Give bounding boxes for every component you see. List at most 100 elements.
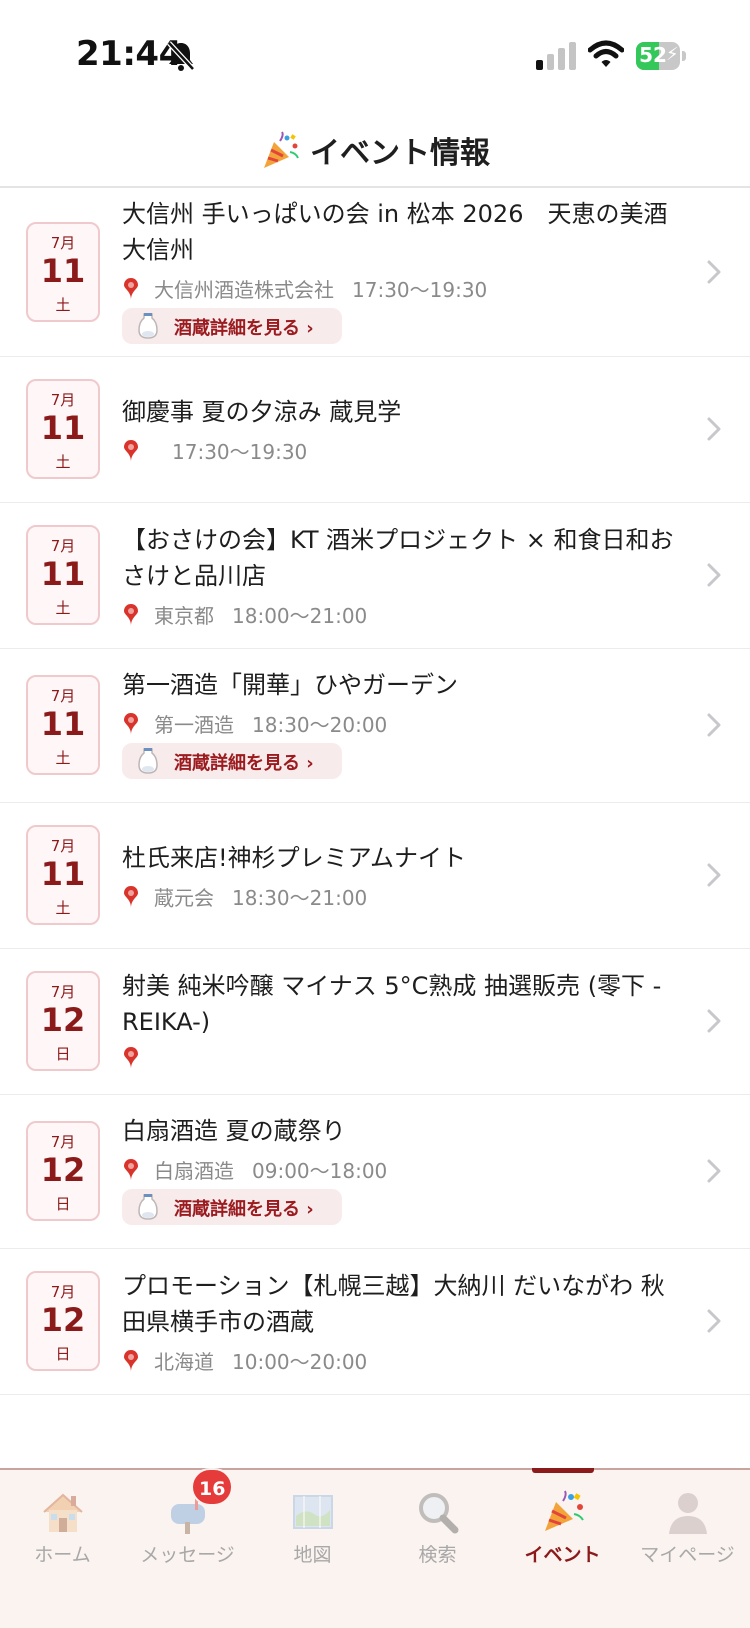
- location-pin-icon: [122, 712, 140, 736]
- event-date-badge: 7月 11 土: [26, 825, 100, 925]
- event-date-weekday: 土: [55, 749, 71, 767]
- event-date-month: 7月: [50, 1133, 76, 1151]
- event-date-month: 7月: [50, 1283, 76, 1301]
- event-row[interactable]: 7月 11 土 杜氏来店!神杉プレミアムナイト蔵元会 18:30～21:00: [0, 802, 750, 949]
- event-date-day: 12: [40, 1151, 86, 1189]
- event-time: 18:30～20:00: [252, 713, 388, 737]
- event-time: 17:30～19:30: [352, 278, 488, 302]
- event-date-weekday: 土: [55, 296, 71, 314]
- status-bar: 21:44 52 ⚡: [0, 0, 750, 110]
- event-meta: 北海道 10:00～20:00: [122, 1346, 682, 1375]
- event-title: プロモーション【札幌三越】大納川 だいながわ 秋田県横手市の酒蔵: [122, 1272, 665, 1336]
- brewery-detail-button[interactable]: 酒蔵詳細を見る ›: [122, 308, 342, 344]
- sake-bottle-icon: [136, 747, 160, 775]
- event-date-weekday: 土: [55, 899, 71, 917]
- event-date-badge: 7月 12 日: [26, 1121, 100, 1221]
- tab-label: 地図: [293, 1544, 332, 1566]
- chevron-right-icon: [704, 1007, 724, 1035]
- nav-header: イベント情報: [0, 110, 750, 188]
- chevron-right-icon: [704, 711, 724, 739]
- charging-bolt-icon: ⚡: [666, 44, 679, 65]
- event-time: 09:00～18:00: [252, 1159, 388, 1183]
- event-date-day: 12: [40, 1001, 86, 1039]
- user-icon: [665, 1490, 711, 1534]
- chevron-right-icon: [704, 861, 724, 889]
- tab-mypage[interactable]: マイページ: [625, 1490, 750, 1570]
- tab-events[interactable]: イベント: [500, 1490, 625, 1570]
- event-date-month: 7月: [50, 837, 76, 855]
- location-pin-icon: [122, 885, 140, 909]
- event-date-badge: 7月 11 土: [26, 222, 100, 322]
- event-meta: 第一酒造 18:30～20:00: [122, 709, 682, 738]
- event-title: 御慶事 夏の夕涼み 蔵見学: [122, 398, 402, 426]
- location-pin-icon: [122, 1158, 140, 1182]
- event-row[interactable]: 7月 12 日 白扇酒造 夏の蔵祭り白扇酒造 09:00～18:00 酒蔵詳細を見る ›: [0, 1094, 750, 1249]
- page-title: イベント情報: [0, 128, 750, 172]
- event-time: 18:30～21:00: [232, 886, 368, 910]
- event-meta: 大信州酒造株式会社 17:30～19:30: [122, 274, 682, 303]
- event-date-month: 7月: [50, 687, 76, 705]
- event-date-day: 11: [40, 855, 86, 893]
- page-title-text: イベント情報: [310, 136, 490, 171]
- chevron-right-icon: [704, 1307, 724, 1335]
- tab-map[interactable]: 地図: [250, 1490, 375, 1570]
- tab-label: メッセージ: [140, 1544, 235, 1566]
- party-popper-icon: [264, 131, 299, 168]
- location-pin-icon: [122, 439, 140, 463]
- event-title: 第一酒造「開華」ひやガーデン: [122, 671, 458, 699]
- event-date-weekday: 日: [55, 1195, 71, 1213]
- chevron-right-icon: [704, 415, 724, 443]
- house-icon: [40, 1490, 86, 1534]
- event-date-weekday: 日: [55, 1045, 71, 1063]
- event-title: 杜氏来店!神杉プレミアムナイト: [122, 844, 466, 872]
- active-tab-indicator: [532, 1468, 594, 1473]
- tab-label: イベント: [524, 1544, 601, 1566]
- event-date-weekday: 土: [55, 453, 71, 471]
- event-meta: 蔵元会 18:30～21:00: [122, 882, 682, 911]
- event-row[interactable]: 7月 12 日 射美 純米吟醸 マイナス 5°C熟成 抽選販売 (零下 -REIKA-…: [0, 948, 750, 1095]
- tab-label: 検索: [418, 1544, 457, 1566]
- event-date-badge: 7月 11 土: [26, 525, 100, 625]
- event-venue: 第一酒造: [154, 713, 234, 737]
- bell-slash-icon: [167, 41, 195, 71]
- event-date-day: 11: [40, 555, 86, 593]
- event-date-day: 11: [40, 252, 86, 290]
- tab-search[interactable]: 検索: [375, 1490, 500, 1570]
- event-date-day: 12: [40, 1301, 86, 1339]
- event-title: 白扇酒造 夏の蔵祭り: [122, 1117, 346, 1145]
- location-pin-icon: [122, 1046, 140, 1070]
- party-popper-icon: [540, 1490, 586, 1534]
- event-title: 射美 純米吟醸 マイナス 5°C熟成 抽選販売 (零下 -REIKA-): [122, 972, 662, 1036]
- event-meta: 17:30～19:30: [122, 436, 682, 465]
- event-row[interactable]: 7月 11 土 第一酒造「開華」ひやガーデン第一酒造 18:30～20:00 酒蔵詳細を見…: [0, 648, 750, 803]
- sake-bottle-icon: [136, 312, 160, 340]
- event-row[interactable]: 7月 11 土 御慶事 夏の夕涼み 蔵見学 17:30～19:30: [0, 356, 750, 503]
- event-row[interactable]: 7月 11 土 大信州 手いっぱいの会 in 松本 2026 天恵の美酒 大信州 大信州…: [0, 188, 750, 357]
- event-venue: 北海道: [154, 1350, 214, 1374]
- event-meta: [122, 1046, 682, 1071]
- tab-home[interactable]: ホーム: [0, 1490, 125, 1570]
- chevron-right-icon: [704, 561, 724, 589]
- event-date-badge: 7月 11 土: [26, 675, 100, 775]
- event-date-badge: 7月 11 土: [26, 379, 100, 479]
- tab-messages[interactable]: メッセージ 16: [125, 1468, 250, 1570]
- battery-percent: 52: [639, 43, 667, 67]
- brewery-detail-label: 酒蔵詳細を見る ›: [174, 1199, 314, 1220]
- chevron-right-icon: [704, 258, 724, 286]
- event-row[interactable]: 7月 11 土 【おさけの会】KT 酒米プロジェクト × 和食日和おさけと品川店 東京都…: [0, 502, 750, 649]
- event-title: 【おさけの会】KT 酒米プロジェクト × 和食日和おさけと品川店: [122, 526, 674, 590]
- event-meta: 白扇酒造 09:00～18:00: [122, 1155, 682, 1184]
- location-pin-icon: [122, 603, 140, 627]
- tab-bar: ホーム メッセージ 16 地図 検索 イベント マイページ: [0, 1468, 750, 1628]
- event-date-day: 11: [40, 705, 86, 743]
- event-venue: 白扇酒造: [154, 1159, 234, 1183]
- brewery-detail-label: 酒蔵詳細を見る ›: [174, 753, 314, 774]
- event-time: 18:00～21:00: [232, 604, 368, 628]
- event-row[interactable]: 7月 12 日 プロモーション【札幌三越】大納川 だいながわ 秋田県横手市の酒蔵 北海道…: [0, 1248, 750, 1395]
- event-venue: 大信州酒造株式会社: [154, 278, 334, 302]
- event-title: 大信州 手いっぱいの会 in 松本 2026 天恵の美酒 大信州: [122, 200, 668, 264]
- brewery-detail-button[interactable]: 酒蔵詳細を見る ›: [122, 743, 342, 779]
- wifi-icon: [588, 40, 624, 67]
- brewery-detail-button[interactable]: 酒蔵詳細を見る ›: [122, 1189, 342, 1225]
- unread-badge: 16: [191, 1468, 234, 1506]
